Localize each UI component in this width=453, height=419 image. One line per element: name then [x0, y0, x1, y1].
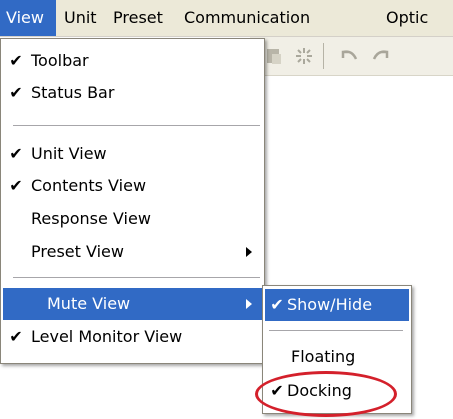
check-icon: ✔: [270, 295, 284, 314]
menu-bar: View Unit Preset Communication Optic: [0, 0, 453, 37]
menu-item-label: Contents View: [31, 176, 147, 195]
check-icon: ✔: [9, 327, 23, 346]
menu-item-label: Mute View: [47, 294, 131, 313]
undo-icon[interactable]: [340, 46, 360, 66]
menu-item-label: Status Bar: [31, 83, 115, 102]
menu-view[interactable]: View: [0, 0, 56, 36]
check-icon: ✔: [9, 83, 23, 102]
menu-unit[interactable]: Unit: [58, 0, 103, 36]
menu-item-label: Toolbar: [31, 51, 89, 70]
menu-item-label: Response View: [31, 209, 151, 228]
menu-separator: [269, 330, 403, 332]
toolbar-separator: [323, 43, 324, 69]
menu-item-contents-view[interactable]: ✔ Contents View: [3, 170, 262, 202]
toolbar: [250, 37, 453, 76]
menu-item-label: Preset View: [31, 242, 124, 261]
submenu-item-floating[interactable]: Floating: [265, 341, 409, 373]
submenu-item-show-hide[interactable]: ✔ Show/Hide: [265, 289, 409, 321]
menu-separator: [13, 277, 260, 279]
check-icon: ✔: [9, 144, 23, 163]
menu-separator: [13, 125, 260, 127]
view-menu: ✔ Toolbar ✔ Status Bar ✔ Unit View ✔ Con…: [0, 38, 265, 364]
sparkle-icon[interactable]: [294, 46, 314, 66]
submenu-arrow-icon: [246, 299, 252, 309]
check-icon: ✔: [9, 51, 23, 70]
highlight-circle-annotation: [255, 371, 397, 417]
menu-options[interactable]: Optic: [380, 0, 434, 36]
menu-item-mute-view[interactable]: Mute View: [3, 288, 262, 320]
menu-communication[interactable]: Communication: [178, 0, 316, 36]
menu-item-status-bar[interactable]: ✔ Status Bar: [3, 77, 262, 109]
menu-item-preset-view[interactable]: Preset View: [3, 236, 262, 268]
redo-icon[interactable]: [370, 46, 390, 66]
menu-preset[interactable]: Preset: [107, 0, 169, 36]
menu-item-label: Unit View: [31, 144, 107, 163]
menu-item-toolbar[interactable]: ✔ Toolbar: [3, 45, 262, 77]
check-icon: ✔: [9, 176, 23, 195]
menu-item-label: Level Monitor View: [31, 327, 183, 346]
submenu-item-label: Show/Hide: [287, 295, 373, 314]
submenu-item-label: Floating: [291, 347, 356, 366]
paste-icon[interactable]: [264, 46, 284, 66]
menu-item-unit-view[interactable]: ✔ Unit View: [3, 138, 262, 170]
submenu-arrow-icon: [246, 247, 252, 257]
menu-item-level-monitor-view[interactable]: ✔ Level Monitor View: [3, 321, 262, 353]
menu-item-response-view[interactable]: Response View: [3, 203, 262, 235]
